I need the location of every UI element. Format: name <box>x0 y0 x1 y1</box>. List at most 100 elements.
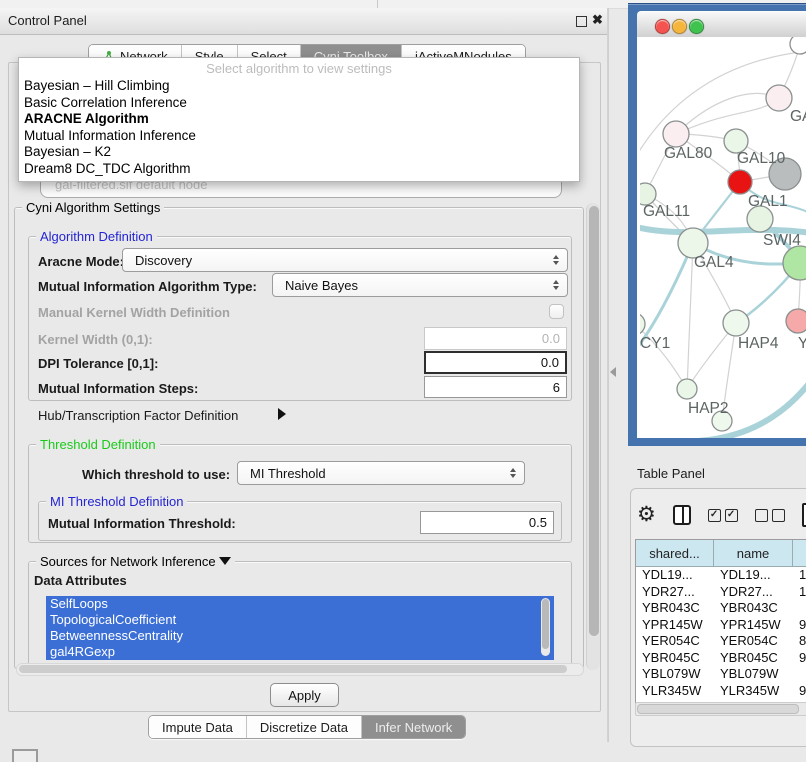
network-graph: GALGAL80GAL10GAL1GAL11SWI4GAL4GCY1HAP4YH… <box>640 37 806 438</box>
cut-off-corner-widget <box>12 749 38 762</box>
top-strip-divider <box>377 0 378 8</box>
mac-zoom-icon[interactable] <box>689 19 704 34</box>
table-cell: YDR27... <box>714 584 793 601</box>
close-icon[interactable]: ✖ <box>592 12 603 28</box>
settings-vertical-scrollbar[interactable] <box>586 203 600 670</box>
table-hscrollbar-thumb[interactable] <box>637 704 799 714</box>
column-header-a[interactable]: A <box>793 540 806 566</box>
mi-steps-field[interactable]: 6 <box>424 376 567 398</box>
network-node-gal[interactable] <box>766 85 792 111</box>
table-row[interactable]: YDL19...YDL19...13 <box>636 567 806 584</box>
table-row[interactable]: YBL079WYBL079W <box>636 666 806 683</box>
tab-label: Infer Network <box>375 720 452 735</box>
popup-item-bayesian-k2[interactable]: Bayesian – K2 <box>19 144 579 161</box>
tab-discretize-data[interactable]: Discretize Data <box>247 716 362 738</box>
settings-horizontal-scrollbar[interactable] <box>16 663 584 676</box>
table-cell <box>793 600 806 617</box>
network-node[interactable] <box>783 246 806 280</box>
table-horizontal-scrollbar[interactable] <box>635 702 806 716</box>
algorithm-dropdown-popup: Select algorithm to view settings Bayesi… <box>18 57 580 182</box>
which-threshold-label: Which threshold to use: <box>82 467 230 482</box>
table-row[interactable]: YBR045CYBR045C9. <box>636 650 806 667</box>
divider-collapse-icon[interactable] <box>610 367 616 377</box>
popup-item-mutual-information-inference[interactable]: Mutual Information Inference <box>19 128 579 145</box>
table-body: YDL19...YDL19...13YDR27...YDR27...12YBR0… <box>636 567 806 704</box>
kernel-width-field[interactable]: 0.0 <box>424 327 567 350</box>
tab-impute-data[interactable]: Impute Data <box>149 716 247 738</box>
network-node-hap2[interactable] <box>677 379 697 399</box>
network-node-label: GAL11 <box>643 203 690 220</box>
attribute-item-selfloops[interactable]: SelfLoops <box>46 596 554 612</box>
popup-item-basic-correlation-inference[interactable]: Basic Correlation Inference <box>19 95 579 112</box>
dpi-tolerance-field[interactable]: 0.0 <box>424 351 567 374</box>
network-node-hap4[interactable] <box>723 310 749 336</box>
apply-button[interactable]: Apply <box>270 683 339 707</box>
attribute-item-topologicalcoefficient[interactable]: TopologicalCoefficient <box>46 612 554 628</box>
table-panel: ⚙ ✓✓ shared...nameA YDL19...YDL19...13YD… <box>630 488 806 747</box>
table-row[interactable]: YDR27...YDR27...12 <box>636 584 806 601</box>
network-view-window[interactable]: GALGAL80GAL10GAL1GAL11SWI4GAL4GCY1HAP4YH… <box>628 3 806 446</box>
network-node-y[interactable] <box>786 309 806 333</box>
mi-threshold-field[interactable]: 0.5 <box>420 511 554 534</box>
table-cell <box>793 666 806 683</box>
table-cell: YBR045C <box>714 650 793 667</box>
network-node-gcy1[interactable] <box>640 313 645 335</box>
popup-item-aracne-algorithm[interactable]: ARACNE Algorithm <box>19 111 579 128</box>
table-cell: YBL079W <box>714 666 793 683</box>
network-node[interactable] <box>790 37 806 54</box>
table-row[interactable]: YLR345WYLR345W9. <box>636 683 806 700</box>
mi-threshold-group-title: MI Threshold Definition <box>46 494 187 509</box>
table-row[interactable]: YBR043CYBR043C <box>636 600 806 617</box>
popup-item-dream8-dc-tdc-algorithm[interactable]: Dream8 DC_TDC Algorithm <box>19 161 579 178</box>
attributes-scrollbar-thumb[interactable] <box>542 599 549 649</box>
table-cell: YLR345W <box>636 683 714 700</box>
panel-divider[interactable] <box>607 8 608 742</box>
combo-arrows-icon <box>553 280 559 290</box>
table-cell: 8. <box>793 633 806 650</box>
mi-algorithm-type-value: Naive Bayes <box>285 278 358 293</box>
network-node-gal80[interactable] <box>663 121 689 147</box>
attribute-item-gal4rgexp[interactable]: gal4RGexp <box>46 644 554 660</box>
deselect-all-columns-icon[interactable] <box>755 509 785 522</box>
column-header-shared[interactable]: shared... <box>636 540 714 566</box>
columns-icon[interactable] <box>673 505 691 525</box>
gear-icon[interactable]: ⚙ <box>637 505 656 525</box>
popup-item-bayesian-hill-climbing[interactable]: Bayesian – Hill Climbing <box>19 78 579 95</box>
network-window-titlebar[interactable] <box>637 11 806 39</box>
select-all-columns-icon[interactable]: ✓✓ <box>708 509 738 522</box>
expand-right-icon[interactable] <box>278 408 286 420</box>
document-icon[interactable] <box>802 503 806 527</box>
aracne-mode-select[interactable]: Discovery <box>122 248 568 272</box>
network-edge <box>687 243 693 389</box>
table-row[interactable]: YER054CYER054C8. <box>636 633 806 650</box>
attribute-item-betweennesscentrality[interactable]: BetweennessCentrality <box>46 628 554 644</box>
table-cell: YPR145W <box>636 617 714 634</box>
column-header-name[interactable]: name <box>714 540 793 566</box>
settings-hscrollbar-thumb[interactable] <box>19 665 567 673</box>
screen: Control Panel ✖ NetworkStyleSelectCyni T… <box>0 0 806 762</box>
tab-label: Impute Data <box>162 720 233 735</box>
cyni-algorithm-settings-title: Cyni Algorithm Settings <box>22 200 164 215</box>
which-threshold-select[interactable]: MI Threshold <box>237 461 525 485</box>
table-cell: YER054C <box>714 633 793 650</box>
network-canvas[interactable]: GALGAL80GAL10GAL1GAL11SWI4GAL4GCY1HAP4YH… <box>637 37 806 438</box>
network-node-gal1[interactable] <box>728 170 752 194</box>
table-row[interactable]: YPR145WYPR145W9. <box>636 617 806 634</box>
settings-scrollbar-thumb[interactable] <box>589 206 599 636</box>
collapse-down-icon[interactable] <box>219 557 231 565</box>
mac-close-icon[interactable] <box>655 19 670 34</box>
network-edge <box>676 98 779 134</box>
tab-infer-network[interactable]: Infer Network <box>362 716 465 738</box>
float-window-icon[interactable] <box>576 16 587 27</box>
table-cell: YER054C <box>636 633 714 650</box>
table-cell: YBR043C <box>714 600 793 617</box>
data-attributes-list[interactable]: SelfLoopsTopologicalCoefficientBetweenne… <box>46 596 554 660</box>
mac-minimize-icon[interactable] <box>672 19 687 34</box>
attributes-scrollbar[interactable] <box>541 598 550 656</box>
table-cell: 13 <box>793 567 806 584</box>
bottom-tabbar: Impute Data Discretize Data Infer Network <box>148 715 466 739</box>
network-node-gal11[interactable] <box>640 183 656 205</box>
manual-kernel-width-checkbox[interactable] <box>549 304 564 319</box>
mi-algorithm-type-select[interactable]: Naive Bayes <box>272 273 568 297</box>
aracne-mode-value: Discovery <box>135 253 192 268</box>
